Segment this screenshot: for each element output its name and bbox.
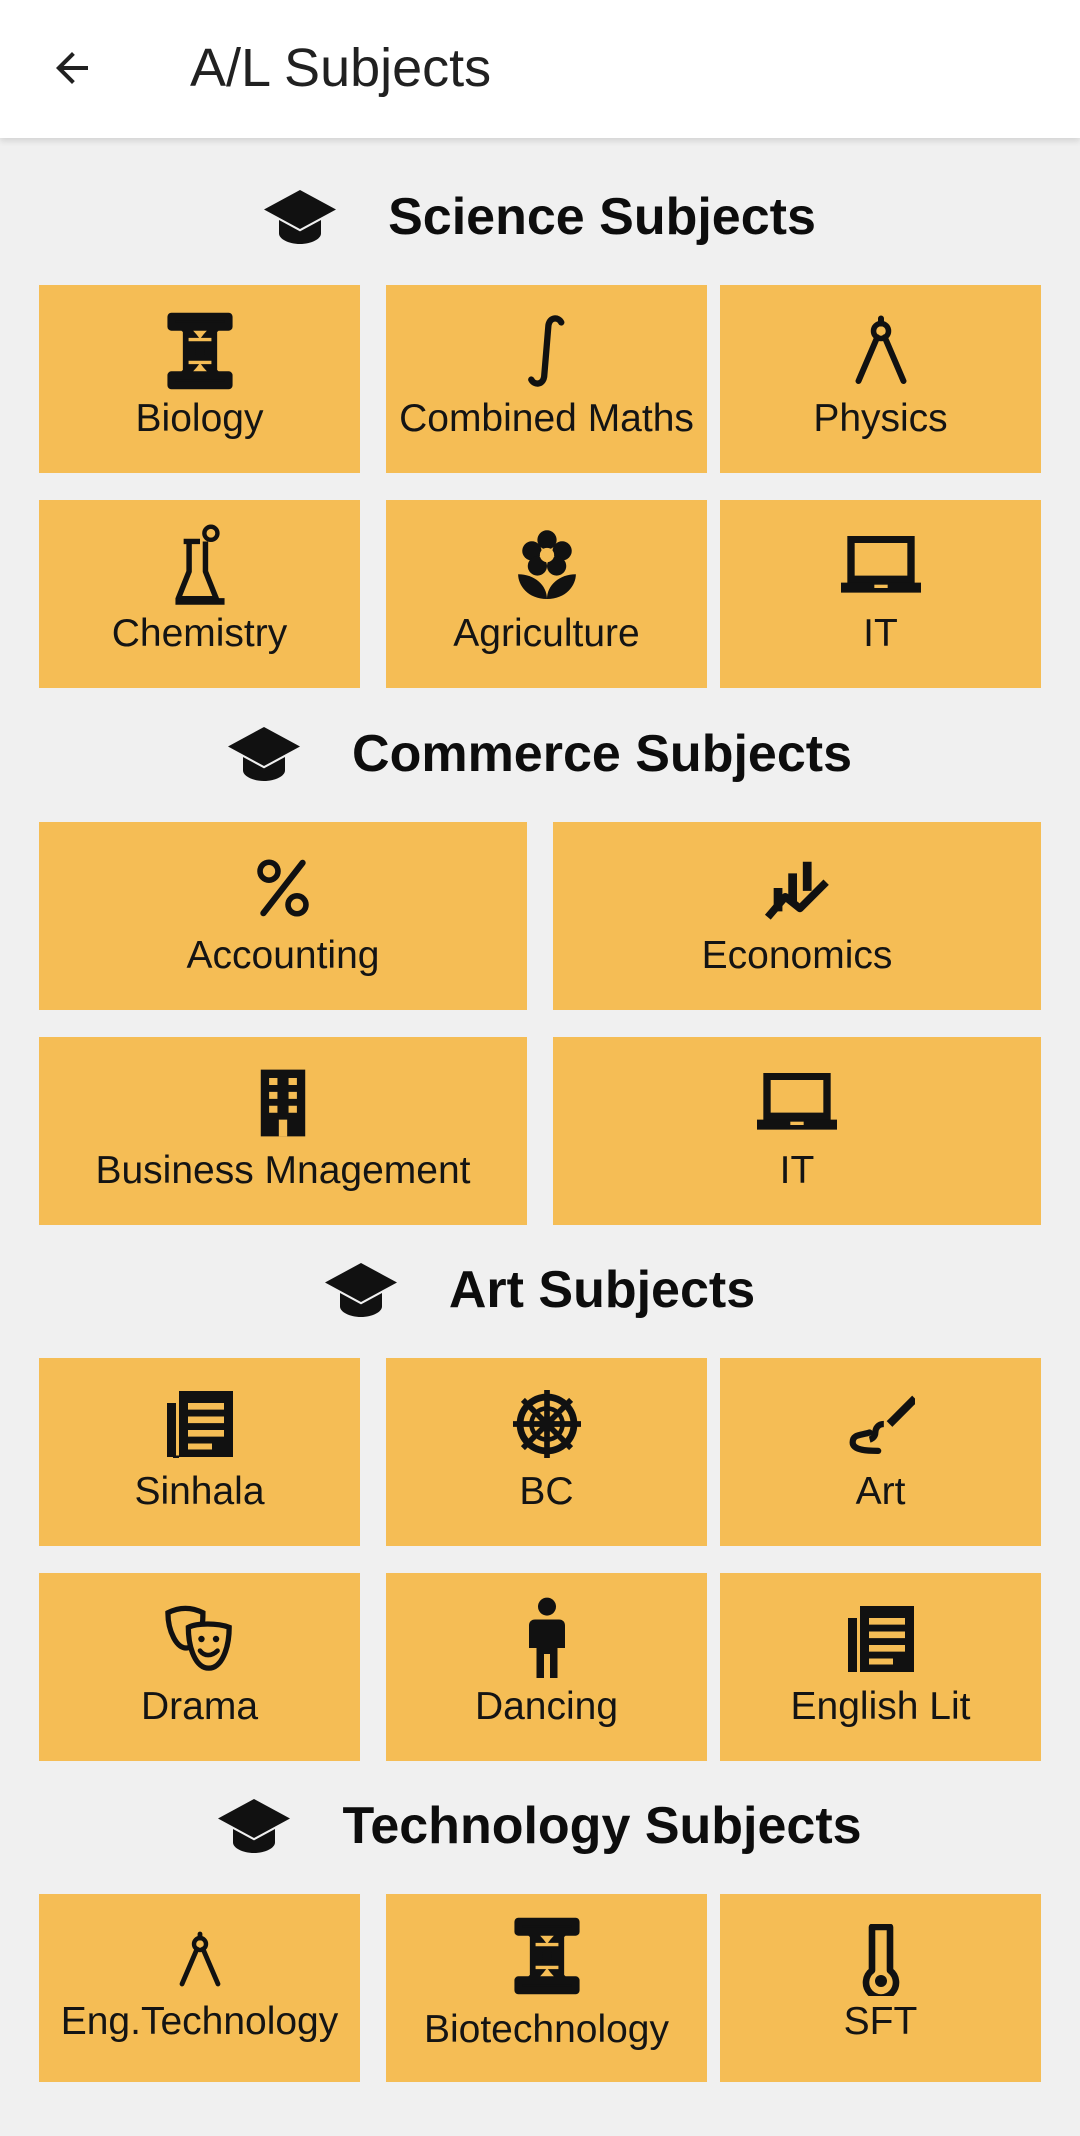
subject-tile-biology[interactable]: Biology (39, 285, 360, 473)
subject-label: Economics (701, 934, 893, 977)
article-icon (847, 1606, 914, 1672)
dna-icon (513, 1917, 580, 1995)
graduation-cap-icon (264, 190, 337, 244)
subject-tile-sft[interactable]: SFT (720, 1894, 1041, 2082)
integral-icon (527, 315, 564, 387)
subject-label: Business Mnagement (95, 1149, 471, 1192)
subject-tile-combined-maths[interactable]: Combined Maths (386, 285, 707, 473)
subject-label: IT (779, 1149, 815, 1192)
subject-label: IT (863, 612, 898, 655)
section-title: Science Subjects (388, 188, 816, 246)
person-icon (528, 1597, 565, 1678)
graduation-cap-icon (228, 727, 301, 781)
subject-tile-agriculture[interactable]: Agriculture (386, 500, 707, 688)
subject-label: SFT (843, 2000, 918, 2043)
subject-label: Biotechnology (423, 2008, 669, 2051)
subject-tile-english-lit[interactable]: English Lit (720, 1573, 1041, 1761)
chart-trend-icon (764, 861, 829, 920)
section-title: Commerce Subjects (352, 725, 852, 783)
flask-icon (174, 524, 225, 605)
subject-tile-bc[interactable]: BC (386, 1358, 707, 1546)
section-title: Technology Subjects (342, 1797, 862, 1855)
subject-label: Drama (140, 1685, 259, 1728)
subject-tile-art[interactable]: Art (720, 1358, 1041, 1546)
graduation-cap-icon (324, 1263, 397, 1317)
subject-label: Combined Maths (399, 397, 694, 440)
subject-tile-chemistry[interactable]: Chemistry (39, 500, 360, 688)
subject-tile-accounting[interactable]: Accounting (39, 822, 527, 1010)
subject-tile-economics[interactable]: Economics (553, 822, 1041, 1010)
section-header-commerce: Commerce Subjects (0, 704, 1080, 804)
subject-label: Sinhala (134, 1470, 265, 1513)
section-header-science: Science Subjects (0, 167, 1080, 267)
section-title: Art Subjects (448, 1261, 756, 1319)
percent-icon (257, 859, 309, 917)
dna-icon (166, 312, 233, 390)
thermometer-icon (862, 1924, 899, 1996)
page-title: A/L Subjects (190, 38, 492, 98)
subject-tile-physics[interactable]: Physics (720, 285, 1041, 473)
subject-label: Eng.Technology (60, 2000, 339, 2043)
arrow-back-icon (56, 52, 88, 84)
subject-label: English Lit (790, 1685, 971, 1728)
laptop-icon (757, 1073, 837, 1130)
subject-tile-business-management[interactable]: Business Mnagement (39, 1037, 527, 1225)
subject-tile-eng-technology[interactable]: Eng.Technology (39, 1894, 360, 2082)
app-bar: A/L Subjects (0, 0, 1080, 138)
back-button[interactable] (36, 32, 108, 104)
compass-icon (855, 315, 906, 384)
section-header-technology: Technology Subjects (0, 1776, 1080, 1876)
laptop-icon (840, 536, 921, 593)
subject-label: Dancing (474, 1685, 619, 1728)
subject-label: Biology (135, 397, 264, 440)
subject-label: Agriculture (453, 612, 640, 655)
theater-masks-icon (164, 1605, 232, 1671)
subject-tile-it[interactable]: IT (553, 1037, 1041, 1225)
subject-tile-dancing[interactable]: Dancing (386, 1573, 707, 1761)
subject-label: Art (855, 1470, 906, 1513)
subject-tile-sinhala[interactable]: Sinhala (39, 1358, 360, 1546)
compass-icon (179, 1931, 220, 1987)
article-icon (166, 1391, 233, 1458)
dharma-wheel-icon (512, 1390, 581, 1458)
subject-label: Physics (813, 397, 948, 440)
subject-label: Chemistry (111, 612, 288, 655)
flower-icon (517, 530, 576, 599)
building-icon (260, 1069, 306, 1137)
section-header-art: Art Subjects (0, 1240, 1080, 1340)
graduation-cap-icon (218, 1799, 291, 1853)
subject-label: BC (519, 1470, 574, 1513)
subject-tile-biotechnology[interactable]: Biotechnology (386, 1894, 707, 2082)
subject-tile-it[interactable]: IT (720, 500, 1041, 688)
subject-tile-drama[interactable]: Drama (39, 1573, 360, 1761)
subject-label: Accounting (186, 934, 380, 977)
brush-icon (849, 1395, 915, 1455)
